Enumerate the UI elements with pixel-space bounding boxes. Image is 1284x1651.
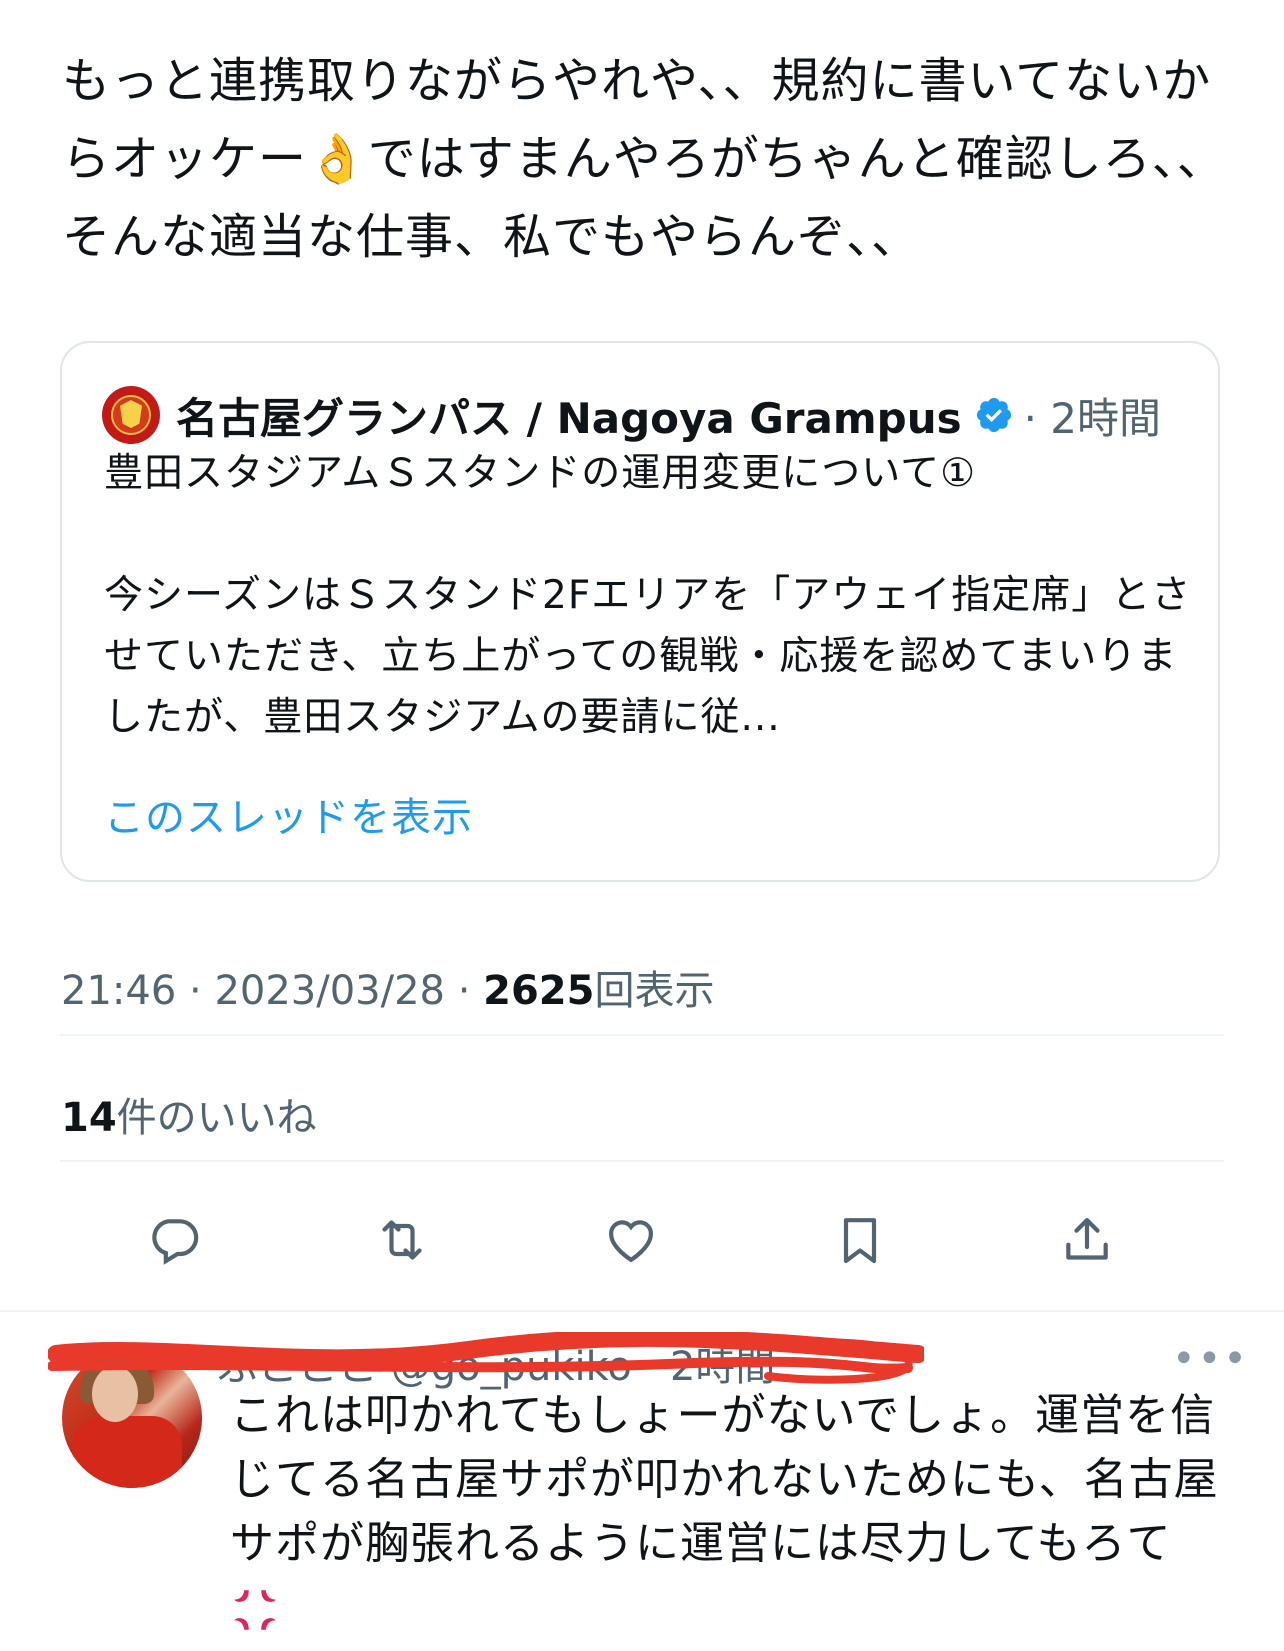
share-button[interactable] <box>1052 1205 1122 1275</box>
tweet-date[interactable]: 2023/03/28 <box>214 968 445 1014</box>
reply-text: これは叩かれてもしょーがないでしょ。運営を信じてる名古屋サポが叩かれないためにも… <box>230 1390 1219 1569</box>
likes-label: 件のいいね <box>116 1095 317 1141</box>
grampus-logo-avatar[interactable] <box>102 386 160 444</box>
bookmark-button[interactable] <box>825 1205 895 1275</box>
quoted-title: 豊田スタジアムＳスタンドの運用変更について① <box>104 451 977 496</box>
quoted-tweet-card[interactable]: 名古屋グランパス / Nagoya Grampus · 2時間 豊田スタジアムＳ… <box>60 341 1220 882</box>
reply-icon <box>152 1219 199 1265</box>
retweet-icon <box>382 1220 422 1260</box>
show-thread-link[interactable]: このスレッドを表示 <box>104 785 473 843</box>
reply-button[interactable] <box>139 1205 209 1275</box>
quoted-tweet-body: 豊田スタジアムＳスタンドの運用変更について① 今シーズンはＳスタンド2Fエリアを… <box>104 443 1194 748</box>
like-button[interactable] <box>596 1205 666 1275</box>
tweet-time[interactable]: 21:46 <box>61 968 176 1014</box>
likes-stat[interactable]: 14件のいいね <box>61 1085 317 1143</box>
like-icon <box>609 1220 653 1263</box>
retweet-button[interactable] <box>367 1205 437 1275</box>
tweet-meta: 21:46 · 2023/03/28 · 2625回表示 <box>61 968 715 1014</box>
divider <box>60 1160 1224 1162</box>
redaction-scribble <box>48 1332 924 1384</box>
quoted-tweet-header: 名古屋グランパス / Nagoya Grampus · 2時間 <box>102 385 1161 445</box>
share-icon <box>1066 1218 1108 1260</box>
view-count: 2625 <box>483 968 595 1014</box>
likes-count: 14 <box>61 1095 117 1141</box>
view-label: 回表示 <box>594 968 715 1014</box>
quoted-author-name[interactable]: 名古屋グランパス / Nagoya Grampus <box>176 385 962 446</box>
verified-badge-icon <box>976 397 1011 433</box>
anger-icon <box>234 1590 276 1630</box>
tweet-action-bar <box>60 1205 1224 1275</box>
reply-text-block: これは叩かれてもしょーがないでしょ。運営を信じてる名古屋サポが叩かれないためにも… <box>230 1384 1240 1640</box>
divider <box>60 1034 1224 1036</box>
reply-tweet[interactable]: ぷこここ @go_pukiko · 2時間 ••• これは叩かれてもしょーがない… <box>0 1312 1284 1651</box>
quoted-timestamp: · 2時間 <box>1023 393 1162 443</box>
tweet-text: もっと連携取りながらやれや、、規約に書いてないからオッケー👌ではすまんやろがちゃ… <box>62 53 1226 265</box>
more-options-icon[interactable]: ••• <box>1172 1336 1249 1382</box>
quoted-text: 今シーズンはＳスタンド2Fエリアを「アウェイ指定席」とさせていただき、立ち上がっ… <box>104 573 1192 740</box>
bookmark-icon <box>843 1218 877 1264</box>
